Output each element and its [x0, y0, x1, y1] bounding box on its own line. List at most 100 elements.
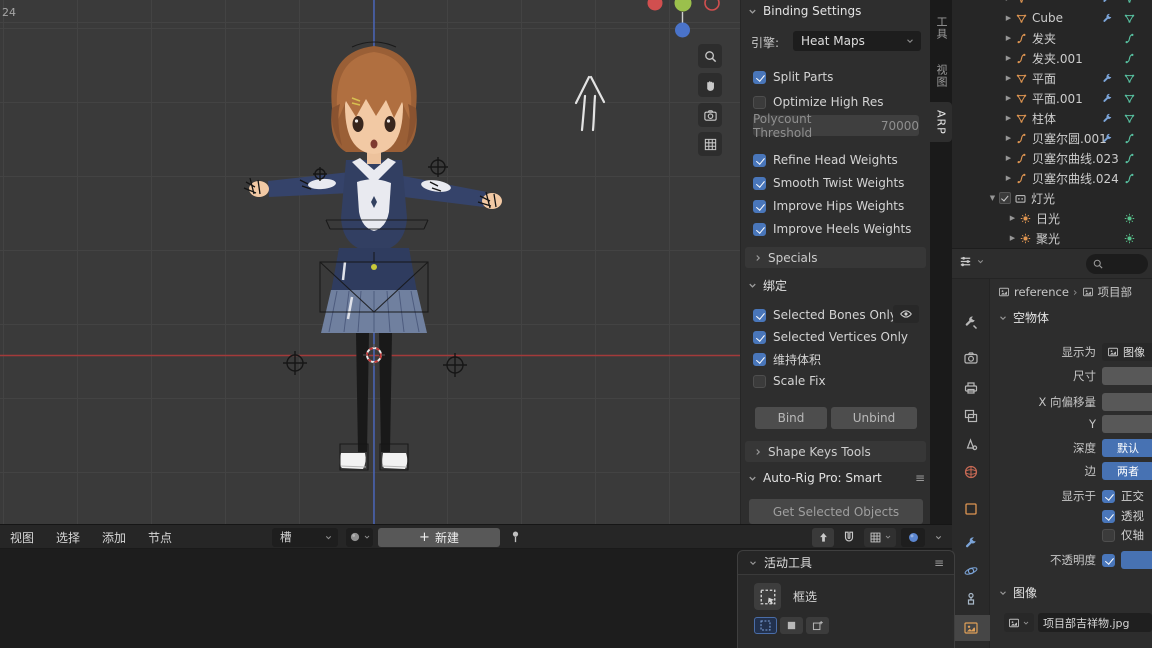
- modifier-wrench-icon[interactable]: [1101, 72, 1114, 85]
- outliner-row[interactable]: ▶ 日光: [952, 208, 1152, 228]
- binding-section-header[interactable]: 绑定: [747, 277, 787, 294]
- opacity-slider[interactable]: [1121, 551, 1152, 569]
- specials-section-header[interactable]: Specials: [745, 247, 926, 268]
- axis-aligned-checkbox[interactable]: [1102, 529, 1115, 542]
- pan-button[interactable]: [698, 73, 722, 97]
- modifier-wrench-icon[interactable]: [1101, 112, 1114, 125]
- tab-object[interactable]: [952, 496, 990, 522]
- modifier-wrench-icon[interactable]: [1101, 92, 1114, 105]
- modifier-wrench-icon[interactable]: [1101, 0, 1114, 5]
- outliner-row[interactable]: ▶ Cube: [952, 8, 1152, 28]
- snap-toggle[interactable]: [839, 528, 859, 547]
- curve-data-icon[interactable]: [1123, 152, 1136, 165]
- disclosure-icon[interactable]: ▶: [1002, 174, 1015, 182]
- outliner-row[interactable]: ▶ 发夹.001: [952, 48, 1152, 68]
- tab-arp[interactable]: ARP: [930, 102, 952, 142]
- outliner-row[interactable]: ▶ 平面: [952, 68, 1152, 88]
- mesh-data-icon[interactable]: [1123, 72, 1136, 85]
- curve-data-icon[interactable]: [1123, 132, 1136, 145]
- menu-add[interactable]: 添加: [98, 529, 130, 546]
- tab-physics[interactable]: [952, 558, 990, 584]
- material-slot-dropdown[interactable]: 槽: [272, 528, 338, 547]
- new-material-button[interactable]: + 新建: [378, 528, 500, 547]
- snapping-dropdown[interactable]: [864, 528, 896, 547]
- tab-tool[interactable]: [952, 310, 990, 336]
- disclosure-icon[interactable]: ▶: [1002, 34, 1015, 42]
- snap-target-button[interactable]: [812, 528, 834, 547]
- disclosure-icon[interactable]: ▶: [1002, 0, 1015, 2]
- pin-icon[interactable]: [508, 529, 523, 544]
- smart-section-header[interactable]: Auto-Rig Pro: Smart ≡: [747, 471, 925, 485]
- disclosure-icon[interactable]: ▶: [1002, 134, 1015, 142]
- refine-head-checkbox[interactable]: [753, 154, 766, 167]
- image-browse-button[interactable]: [1004, 613, 1034, 632]
- disclosure-icon[interactable]: ▶: [1002, 114, 1015, 122]
- modifier-wrench-icon[interactable]: [1101, 132, 1114, 145]
- mesh-data-icon[interactable]: [1123, 12, 1136, 25]
- outliner-row[interactable]: ▶ 贝塞尔曲线.024: [952, 168, 1152, 188]
- tab-view-layer[interactable]: [952, 403, 990, 429]
- orthographic-checkbox[interactable]: [1102, 490, 1115, 503]
- disclosure-icon[interactable]: ▶: [1002, 14, 1015, 22]
- box-select-tool-button[interactable]: [754, 583, 781, 610]
- disclosure-icon[interactable]: ▶: [1002, 154, 1015, 162]
- menu-select[interactable]: 选择: [52, 529, 84, 546]
- tab-world[interactable]: [952, 459, 990, 485]
- menu-view[interactable]: 视图: [6, 529, 38, 546]
- opacity-checkbox[interactable]: [1102, 554, 1115, 567]
- outliner-row[interactable]: ▶ 聚光: [952, 228, 1152, 248]
- breadcrumb-target[interactable]: 项目部: [1098, 284, 1133, 300]
- outliner-row[interactable]: ▶ 贝塞尔曲线.023: [952, 148, 1152, 168]
- mesh-data-icon[interactable]: [1123, 112, 1136, 125]
- mesh-data-icon[interactable]: [1123, 92, 1136, 105]
- outliner-row[interactable]: ▶ 柱体: [952, 108, 1152, 128]
- preserve-volume-checkbox[interactable]: [753, 353, 766, 366]
- panel-menu-icon[interactable]: ≡: [915, 471, 925, 485]
- empty-section-header[interactable]: 空物体: [998, 309, 1049, 326]
- eye-visibility-toggle[interactable]: [893, 305, 919, 323]
- 3d-viewport[interactable]: 24: [0, 0, 740, 524]
- tab-scene[interactable]: [952, 431, 990, 457]
- viewport-canvas[interactable]: [0, 0, 740, 524]
- improve-hips-checkbox[interactable]: [753, 200, 766, 213]
- disclosure-icon[interactable]: ▶: [1002, 54, 1015, 62]
- zoom-button[interactable]: [698, 44, 722, 68]
- camera-view-button[interactable]: [698, 103, 722, 127]
- select-mode-subtract[interactable]: [806, 617, 829, 634]
- browse-material-button[interactable]: [346, 528, 373, 547]
- outliner-collection-row[interactable]: ▼ 灯光: [952, 188, 1152, 208]
- display-as-dropdown[interactable]: 图像: [1102, 343, 1152, 361]
- outliner-row[interactable]: ▶: [952, 0, 1152, 8]
- bind-button[interactable]: Bind: [755, 407, 827, 429]
- binding-settings-header[interactable]: Binding Settings: [747, 4, 861, 18]
- curve-data-icon[interactable]: [1123, 32, 1136, 45]
- split-parts-checkbox[interactable]: [753, 71, 766, 84]
- editor-type-button[interactable]: [958, 254, 985, 269]
- shape-keys-section-header[interactable]: Shape Keys Tools: [745, 441, 926, 462]
- preview-toggle[interactable]: [901, 528, 925, 547]
- image-filename-field[interactable]: 项目部吉祥物.jpg: [1038, 613, 1152, 632]
- select-mode-new[interactable]: [754, 617, 777, 634]
- search-input[interactable]: [1086, 254, 1148, 274]
- breadcrumb[interactable]: reference › 项目部: [990, 279, 1152, 305]
- disclosure-icon[interactable]: ▶: [1002, 74, 1015, 82]
- tab-render[interactable]: [952, 345, 990, 371]
- offset-x-field[interactable]: [1102, 393, 1152, 411]
- menu-node[interactable]: 节点: [144, 529, 176, 546]
- unbind-button[interactable]: Unbind: [831, 407, 917, 429]
- offset-y-field[interactable]: [1102, 415, 1152, 433]
- outliner-row[interactable]: ▶ 平面.001: [952, 88, 1152, 108]
- tab-output[interactable]: [952, 375, 990, 401]
- shading-options-dropdown[interactable]: [930, 528, 946, 547]
- depth-default-button[interactable]: 默认: [1102, 439, 1152, 457]
- side-both-button[interactable]: 两者: [1102, 462, 1152, 480]
- disclosure-icon[interactable]: ▶: [1006, 214, 1019, 222]
- tab-object-data[interactable]: [952, 615, 990, 641]
- polycount-threshold-field[interactable]: Polycount Threshold 70000: [753, 115, 919, 136]
- character-model[interactable]: [249, 46, 502, 469]
- select-mode-extend[interactable]: [780, 617, 803, 634]
- disclosure-icon[interactable]: ▼: [986, 194, 999, 202]
- improve-heels-checkbox[interactable]: [753, 223, 766, 236]
- outliner-row[interactable]: ▶ 发夹: [952, 28, 1152, 48]
- get-selected-objects-button[interactable]: Get Selected Objects: [749, 499, 923, 524]
